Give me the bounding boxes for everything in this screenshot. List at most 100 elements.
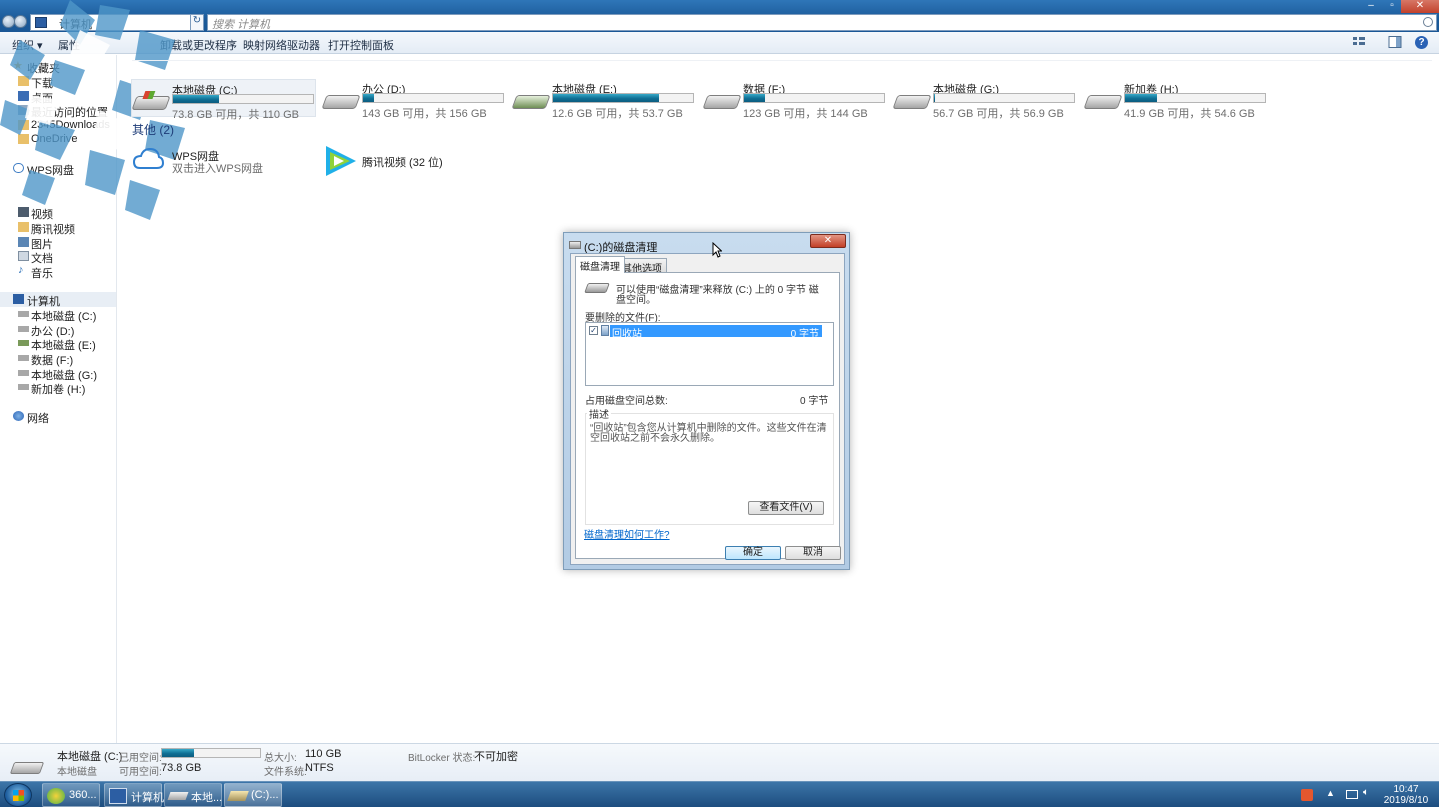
files-list[interactable]: ✓ 回收站 0 字节 xyxy=(585,322,834,386)
item-name: 腾讯视频 (32 位) xyxy=(362,157,443,169)
sidebar-item-network[interactable]: 网络 xyxy=(0,409,116,425)
search-box[interactable]: 搜索 计算机 xyxy=(207,14,1437,31)
map-drive-button[interactable]: 映射网络驱动器 xyxy=(243,37,320,53)
sidebar-item-drive-f[interactable]: 数据 (F:) xyxy=(0,351,116,367)
usage-bar xyxy=(1124,93,1266,103)
total-label: 占用磁盘空间总数: xyxy=(585,396,668,407)
computer-icon xyxy=(13,294,24,304)
network-icon xyxy=(13,411,24,421)
tab-disk-cleanup[interactable]: 磁盘清理 xyxy=(575,256,625,273)
drive-tile-e[interactable]: 本地磁盘 (E:) 12.6 GB 可用，共 53.7 GB xyxy=(511,79,697,120)
group-heading-other[interactable]: 其他 (2) xyxy=(132,121,174,138)
volume-icon[interactable]: 🔈︎ xyxy=(1363,787,1375,799)
how-it-works-link[interactable]: 磁盘清理如何工作? xyxy=(584,526,670,541)
sidebar-item-drive-e[interactable]: 本地磁盘 (E:) xyxy=(0,336,116,352)
cloud-icon xyxy=(132,147,164,169)
drive-icon xyxy=(18,384,29,390)
sidebar-item-computer[interactable]: 计算机 xyxy=(0,292,116,308)
sidebar-item-tencent-video[interactable]: 腾讯视频 xyxy=(0,220,116,236)
checkbox[interactable]: ✓ xyxy=(589,326,598,335)
list-item[interactable]: ✓ 回收站 0 字节 xyxy=(588,325,831,340)
documents-icon xyxy=(18,251,29,261)
dialog-body: 磁盘清理 其他选项 可以使用“磁盘清理”来释放 (C:) 上的 0 字节 磁 盘… xyxy=(570,253,845,565)
view-files-button[interactable]: 查看文件(V) xyxy=(748,501,824,515)
sidebar-item-music[interactable]: ♪ 音乐 xyxy=(0,264,116,280)
usage-bar xyxy=(743,93,885,103)
size-value: 110 GB xyxy=(305,748,342,760)
taskbar-item-local-disk[interactable]: 本地... xyxy=(164,783,222,807)
sogou-ime-icon[interactable] xyxy=(1301,789,1313,801)
minimize-button[interactable]: – xyxy=(1360,0,1382,13)
sidebar-item-wps[interactable]: WPS网盘 xyxy=(0,161,116,177)
start-button[interactable] xyxy=(4,783,32,807)
search-input[interactable]: 搜索 计算机 xyxy=(212,16,270,32)
sidebar-item-downloads[interactable]: 下载 xyxy=(0,74,116,90)
system-clock[interactable]: 10:47 2019/8/10 xyxy=(1380,784,1432,806)
sidebar-item-documents[interactable]: 文档 xyxy=(0,249,116,265)
taskbar-item-computer[interactable]: 计算机 xyxy=(104,783,164,807)
usage-fill xyxy=(934,94,935,102)
action-center-icon[interactable] xyxy=(1346,790,1358,799)
disk-cleanup-icon xyxy=(227,791,249,801)
organize-button[interactable]: 组织 ▾ xyxy=(12,37,43,53)
drive-icon xyxy=(167,792,189,800)
drive-icon xyxy=(1083,95,1123,109)
sidebar-item-favorites[interactable]: ★ 收藏夹 xyxy=(0,59,116,75)
sidebar-item-recent[interactable]: 最近访问的位置 xyxy=(0,103,116,119)
usage-fill xyxy=(363,94,375,102)
sidebar-item-drive-d[interactable]: 办公 (D:) xyxy=(0,322,116,338)
forward-button[interactable] xyxy=(14,15,27,28)
ok-button[interactable]: 确定 xyxy=(725,546,781,560)
uninstall-button[interactable]: 卸载或更改程序 xyxy=(160,37,237,53)
sidebar-item-drive-g[interactable]: 本地磁盘 (G:) xyxy=(0,366,116,382)
computer-icon xyxy=(35,17,47,28)
item-subtitle: 双击进入WPS网盘 xyxy=(172,163,264,175)
drive-tile-f[interactable]: 数据 (F:) 123 GB 可用，共 144 GB xyxy=(702,79,888,120)
drive-tile-d[interactable]: 办公 (D:) 143 GB 可用，共 156 GB xyxy=(321,79,507,120)
taskbar-item-disk-cleanup[interactable]: (C:)... xyxy=(224,783,282,807)
sidebar-item-pictures[interactable]: 图片 xyxy=(0,235,116,251)
address-bar[interactable]: 计算机 ▾ xyxy=(30,14,204,31)
cancel-button[interactable]: 取消 xyxy=(785,546,841,560)
drive-tile-h[interactable]: 新加卷 (H:) 41.9 GB 可用，共 54.6 GB xyxy=(1083,79,1269,120)
properties-button[interactable]: 属性 xyxy=(58,37,80,53)
show-hidden-icons-icon[interactable]: ▲ xyxy=(1326,788,1338,800)
control-panel-button[interactable]: 打开控制面板 xyxy=(328,37,394,53)
drive-space: 143 GB 可用，共 156 GB xyxy=(362,108,487,120)
drive-icon xyxy=(511,95,551,109)
view-options-icon[interactable] xyxy=(1352,36,1366,48)
usage-bar xyxy=(172,94,314,104)
sidebar-item-desktop[interactable]: 桌面 xyxy=(0,89,116,105)
size-label: 总大小: xyxy=(264,753,297,764)
help-icon[interactable]: ? xyxy=(1415,36,1428,49)
pictures-icon xyxy=(18,237,29,247)
taskbar-item-360[interactable]: 360... xyxy=(42,783,100,807)
usage-fill xyxy=(173,95,220,103)
usage-bar xyxy=(552,93,694,103)
close-button[interactable]: ✕ xyxy=(1401,0,1439,13)
preview-pane-icon[interactable] xyxy=(1388,36,1402,48)
breadcrumb[interactable]: 计算机 xyxy=(59,16,92,32)
file-name: 回收站 xyxy=(612,329,642,340)
sidebar-item-drive-c[interactable]: 本地磁盘 (C:) xyxy=(0,307,116,323)
drive-tile-g[interactable]: 本地磁盘 (G:) 56.7 GB 可用，共 56.9 GB xyxy=(892,79,1078,120)
drive-space: 41.9 GB 可用，共 54.6 GB xyxy=(1124,108,1255,120)
sidebar-item-videos[interactable]: 视频 xyxy=(0,205,116,221)
maximize-button[interactable]: ▫ xyxy=(1381,0,1403,13)
sidebar-item-drive-h[interactable]: 新加卷 (H:) xyxy=(0,380,116,396)
navigation-pane: ★ 收藏夹 下载 桌面 最近访问的位置 2345Downloads OneDri… xyxy=(0,55,117,743)
wps-cloud-item[interactable]: WPS网盘 双击进入WPS网盘 xyxy=(132,144,312,178)
free-value: 73.8 GB xyxy=(161,762,202,774)
file-size: 0 字节 xyxy=(790,329,819,340)
tencent-video-item[interactable]: 腾讯视频 (32 位) xyxy=(322,144,502,178)
used-bar xyxy=(161,748,261,758)
refresh-button[interactable]: ↻ xyxy=(190,14,204,31)
sidebar-item-onedrive[interactable]: OneDrive xyxy=(0,132,116,147)
sidebar-item-2345downloads[interactable]: 2345Downloads xyxy=(0,118,116,133)
drive-tile-c[interactable]: 本地磁盘 (C:) 73.8 GB 可用，共 110 GB xyxy=(131,79,316,121)
used-label: 已用空间: xyxy=(119,753,162,764)
details-pane: 本地磁盘 (C:) 本地磁盘 已用空间: 可用空间: 73.8 GB 总大小: … xyxy=(0,743,1439,781)
search-icon[interactable] xyxy=(1423,17,1433,27)
selected-row[interactable]: 回收站 0 字节 xyxy=(610,325,822,340)
dialog-close-button[interactable]: ✕ xyxy=(810,234,846,248)
